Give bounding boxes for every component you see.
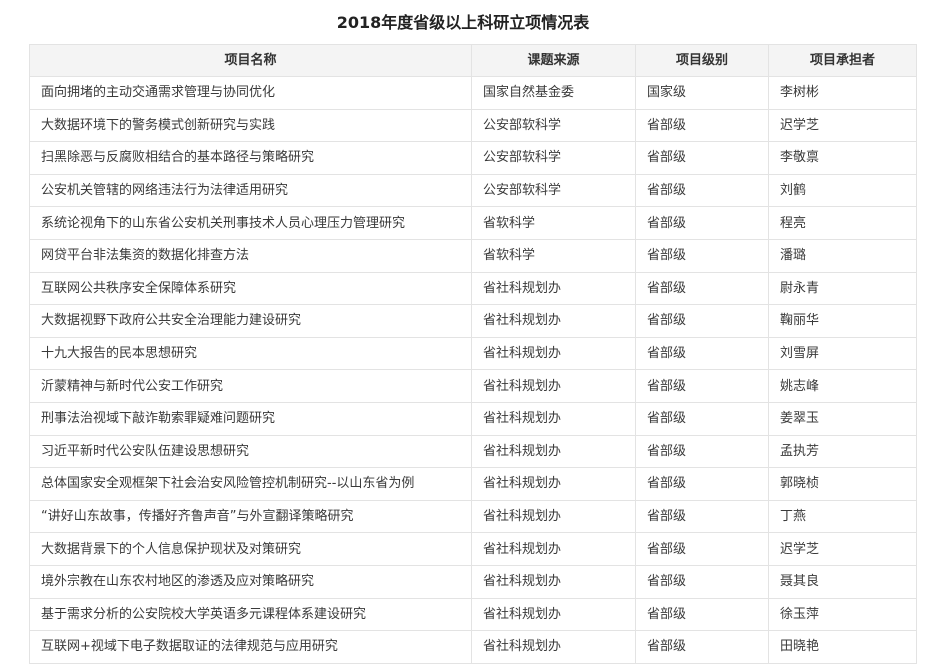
cell-project-name: 大数据环境下的警务模式创新研究与实践 — [29, 108, 472, 143]
cell-source: 省社科规划办 — [471, 499, 636, 534]
table-row: 境外宗教在山东农村地区的渗透及应对策略研究 省社科规划办 省部级 聂其良 — [29, 564, 917, 599]
cell-project-name: 系统论视角下的山东省公安机关刑事技术人员心理压力管理研究 — [29, 206, 472, 240]
cell-source: 省社科规划办 — [471, 532, 636, 566]
cell-owner: 迟学芝 — [768, 532, 917, 566]
cell-owner: 孟执芳 — [768, 434, 917, 469]
table-row: 系统论视角下的山东省公安机关刑事技术人员心理压力管理研究 省软科学 省部级 程亮 — [29, 206, 917, 240]
table-row: 网贷平台非法集资的数据化排查方法 省软科学 省部级 潘璐 — [29, 238, 917, 273]
table-row: “讲好山东故事，传播好齐鲁声音”与外宣翻译策略研究 省社科规划办 省部级 丁燕 — [29, 499, 917, 534]
cell-source: 省社科规划办 — [471, 434, 636, 469]
cell-project-name: 互联网+视域下电子数据取证的法律规范与应用研究 — [29, 630, 472, 664]
cell-project-name: 扫黑除恶与反腐败相结合的基本路径与策略研究 — [29, 141, 472, 175]
cell-source: 省软科学 — [471, 206, 636, 240]
table-row: 刑事法治视域下敲诈勒索罪疑难问题研究 省社科规划办 省部级 姜翠玉 — [29, 401, 917, 436]
cell-level: 国家级 — [635, 76, 769, 110]
cell-owner: 李树彬 — [768, 76, 917, 110]
cell-owner: 徐玉萍 — [768, 597, 917, 632]
header-level: 项目级别 — [635, 44, 769, 77]
cell-source: 省社科规划办 — [471, 304, 636, 338]
cell-level: 省部级 — [635, 304, 769, 338]
cell-project-name: 大数据背景下的个人信息保护现状及对策研究 — [29, 532, 472, 566]
cell-project-name: 沂蒙精神与新时代公安工作研究 — [29, 369, 472, 403]
table-row: 大数据环境下的警务模式创新研究与实践 公安部软科学 省部级 迟学芝 — [29, 108, 917, 143]
cell-level: 省部级 — [635, 467, 769, 501]
cell-owner: 迟学芝 — [768, 108, 917, 143]
cell-level: 省部级 — [635, 336, 769, 371]
cell-level: 省部级 — [635, 401, 769, 436]
cell-owner: 刘雪屏 — [768, 336, 917, 371]
cell-owner: 李敬禀 — [768, 141, 917, 175]
cell-owner: 姜翠玉 — [768, 401, 917, 436]
cell-level: 省部级 — [635, 206, 769, 240]
cell-project-name: 基于需求分析的公安院校大学英语多元课程体系建设研究 — [29, 597, 472, 632]
table-row: 互联网公共秩序安全保障体系研究 省社科规划办 省部级 尉永青 — [29, 271, 917, 306]
table-header-row: 项目名称 课题来源 项目级别 项目承担者 — [29, 44, 917, 77]
table-row: 面向拥堵的主动交通需求管理与协同优化 国家自然基金委 国家级 李树彬 — [29, 76, 917, 110]
cell-project-name: 十九大报告的民本思想研究 — [29, 336, 472, 371]
cell-project-name: 刑事法治视域下敲诈勒索罪疑难问题研究 — [29, 401, 472, 436]
cell-project-name: “讲好山东故事，传播好齐鲁声音”与外宣翻译策略研究 — [29, 499, 472, 534]
table-body: 面向拥堵的主动交通需求管理与协同优化 国家自然基金委 国家级 李树彬 大数据环境下的警务… — [29, 76, 917, 664]
cell-level: 省部级 — [635, 564, 769, 599]
cell-owner: 鞠丽华 — [768, 304, 917, 338]
cell-level: 省部级 — [635, 238, 769, 273]
table-row: 互联网+视域下电子数据取证的法律规范与应用研究 省社科规划办 省部级 田晓艳 — [29, 630, 917, 664]
cell-level: 省部级 — [635, 630, 769, 664]
header-project-name: 项目名称 — [29, 44, 472, 77]
cell-level: 省部级 — [635, 597, 769, 632]
table-row: 习近平新时代公安队伍建设思想研究 省社科规划办 省部级 孟执芳 — [29, 434, 917, 469]
table-row: 大数据背景下的个人信息保护现状及对策研究 省社科规划办 省部级 迟学芝 — [29, 532, 917, 566]
cell-owner: 田晓艳 — [768, 630, 917, 664]
cell-project-name: 互联网公共秩序安全保障体系研究 — [29, 271, 472, 306]
cell-owner: 聂其良 — [768, 564, 917, 599]
cell-owner: 刘鹤 — [768, 173, 917, 208]
table-row: 基于需求分析的公安院校大学英语多元课程体系建设研究 省社科规划办 省部级 徐玉萍 — [29, 597, 917, 632]
cell-source: 国家自然基金委 — [471, 76, 636, 110]
cell-source: 省社科规划办 — [471, 336, 636, 371]
cell-project-name: 习近平新时代公安队伍建设思想研究 — [29, 434, 472, 469]
cell-source: 省社科规划办 — [471, 369, 636, 403]
cell-source: 公安部软科学 — [471, 141, 636, 175]
cell-source: 省社科规划办 — [471, 597, 636, 632]
cell-source: 省社科规划办 — [471, 564, 636, 599]
cell-source: 省软科学 — [471, 238, 636, 273]
cell-owner: 郭晓桢 — [768, 467, 917, 501]
cell-project-name: 面向拥堵的主动交通需求管理与协同优化 — [29, 76, 472, 110]
table-row: 十九大报告的民本思想研究 省社科规划办 省部级 刘雪屏 — [29, 336, 917, 371]
table-row: 公安机关管辖的网络违法行为法律适用研究 公安部软科学 省部级 刘鹤 — [29, 173, 917, 208]
cell-source: 公安部软科学 — [471, 108, 636, 143]
header-source: 课题来源 — [471, 44, 636, 77]
cell-level: 省部级 — [635, 173, 769, 208]
cell-owner: 潘璐 — [768, 238, 917, 273]
cell-owner: 丁燕 — [768, 499, 917, 534]
cell-owner: 程亮 — [768, 206, 917, 240]
cell-level: 省部级 — [635, 369, 769, 403]
table-row: 大数据视野下政府公共安全治理能力建设研究 省社科规划办 省部级 鞠丽华 — [29, 304, 917, 338]
header-owner: 项目承担者 — [768, 44, 917, 77]
cell-level: 省部级 — [635, 434, 769, 469]
cell-owner: 尉永青 — [768, 271, 917, 306]
page-title: 2018年度省级以上科研立项情况表 — [336, 13, 590, 32]
cell-source: 省社科规划办 — [471, 630, 636, 664]
cell-owner: 姚志峰 — [768, 369, 917, 403]
cell-level: 省部级 — [635, 271, 769, 306]
cell-project-name: 网贷平台非法集资的数据化排查方法 — [29, 238, 472, 273]
table-row: 扫黑除恶与反腐败相结合的基本路径与策略研究 公安部软科学 省部级 李敬禀 — [29, 141, 917, 175]
cell-source: 公安部软科学 — [471, 173, 636, 208]
cell-source: 省社科规划办 — [471, 467, 636, 501]
cell-level: 省部级 — [635, 499, 769, 534]
cell-project-name: 境外宗教在山东农村地区的渗透及应对策略研究 — [29, 564, 472, 599]
projects-table: 项目名称 课题来源 项目级别 项目承担者 面向拥堵的主动交通需求管理与协同优化国… — [29, 44, 917, 664]
cell-level: 省部级 — [635, 532, 769, 566]
cell-project-name: 公安机关管辖的网络违法行为法律适用研究 — [29, 173, 472, 208]
cell-source: 省社科规划办 — [471, 401, 636, 436]
cell-project-name: 大数据视野下政府公共安全治理能力建设研究 — [29, 304, 472, 338]
cell-level: 省部级 — [635, 108, 769, 143]
cell-source: 省社科规划办 — [471, 271, 636, 306]
table-row: 沂蒙精神与新时代公安工作研究 省社科规划办 省部级 姚志峰 — [29, 369, 917, 403]
table-row: 总体国家安全观框架下社会治安风险管控机制研究--以山东省为例 省社科规划办 省部级郭… — [29, 467, 917, 501]
cell-level: 省部级 — [635, 141, 769, 175]
cell-project-name: 总体国家安全观框架下社会治安风险管控机制研究--以山东省为例 — [29, 467, 472, 501]
